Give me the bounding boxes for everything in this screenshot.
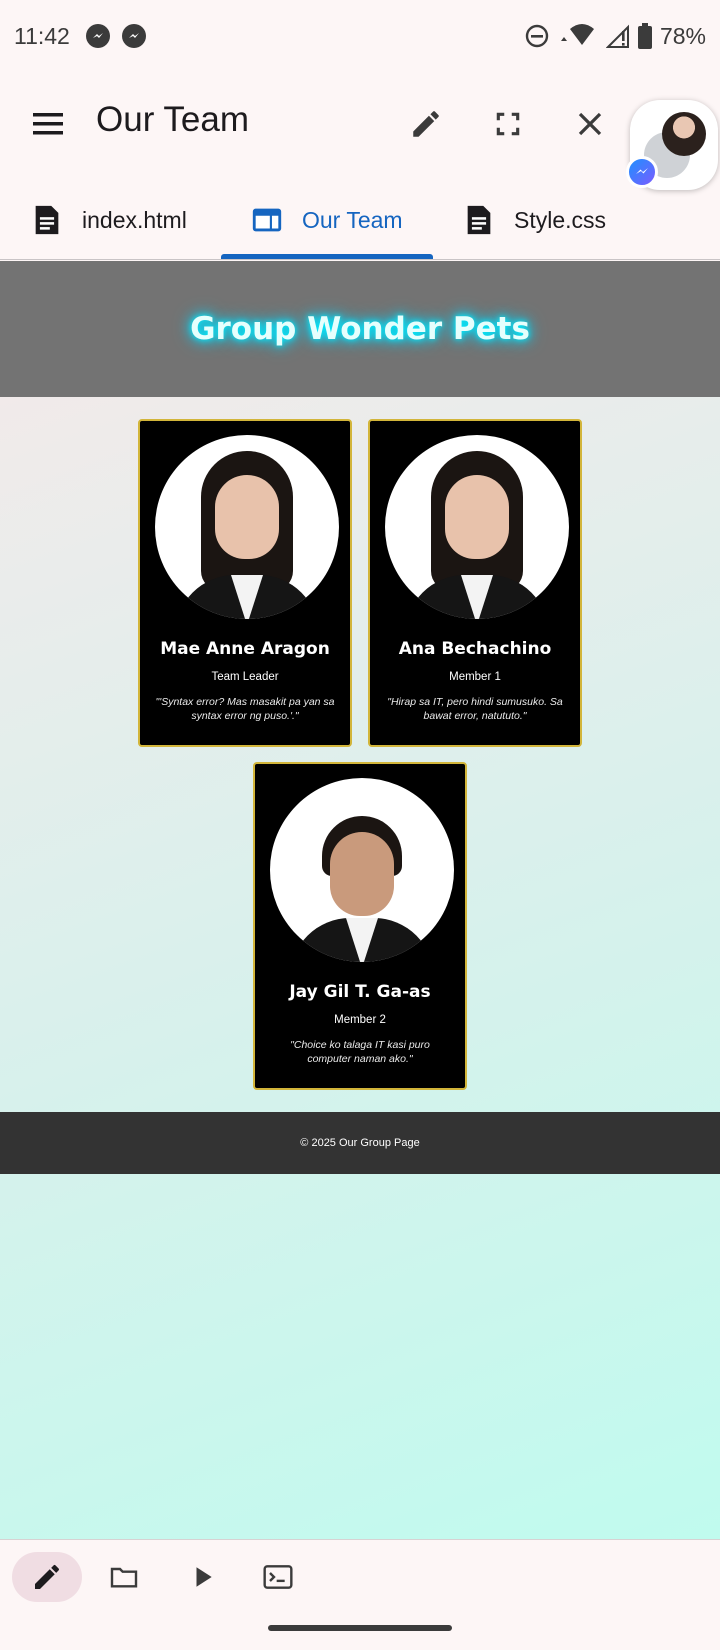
battery-percent: 78% — [659, 22, 706, 49]
messenger-icon — [121, 24, 146, 48]
home-indicator[interactable] — [268, 1625, 452, 1631]
dnd-icon — [525, 24, 549, 48]
status-time: 11:42 — [14, 22, 70, 49]
member-quote: "Hirap sa IT, pero hindi sumusuko. Sa ba… — [387, 696, 563, 722]
member-name: Ana Bechachino — [398, 639, 552, 659]
tab-bar: index.html Our Team Style.css — [0, 180, 720, 260]
terminal-icon[interactable] — [258, 1552, 298, 1602]
run-icon[interactable] — [186, 1552, 220, 1602]
page-title: Group Wonder Pets — [190, 311, 530, 347]
messenger-icon — [85, 24, 110, 48]
tab-style-css[interactable]: Style.css — [462, 180, 606, 260]
active-tab-indicator — [221, 254, 433, 259]
status-bar: 11:42 78% — [0, 0, 720, 72]
footer-text: © 2025 Our Group Page — [300, 1137, 420, 1149]
tab-label: Style.css — [514, 206, 607, 233]
team-cards: Mae Anne Aragon Team Leader "'Syntax err… — [0, 397, 720, 1117]
member-name: Jay Gil T. Ga-as — [289, 982, 431, 1002]
tab-index-html[interactable]: index.html — [30, 180, 187, 260]
web-preview-icon — [252, 208, 282, 232]
avatar — [662, 112, 706, 156]
tab-label: Our Team — [302, 206, 403, 233]
site-header: Group Wonder Pets — [0, 261, 720, 397]
member-role: Member 1 — [449, 671, 501, 683]
battery-icon — [637, 23, 652, 49]
edit-icon[interactable] — [12, 1552, 82, 1602]
member-card[interactable]: Ana Bechachino Member 1 "Hirap sa IT, pe… — [368, 419, 582, 747]
member-role: Team Leader — [211, 671, 279, 683]
app-title: Our Team — [96, 100, 250, 139]
member-photo — [270, 778, 454, 962]
member-card[interactable]: Mae Anne Aragon Team Leader "'Syntax err… — [138, 419, 352, 747]
member-name: Mae Anne Aragon — [160, 639, 330, 659]
member-quote: "Choice ko talaga IT kasi puro computer … — [290, 1039, 430, 1065]
site-footer: © 2025 Our Group Page — [0, 1112, 720, 1174]
member-photo — [155, 435, 339, 619]
member-card[interactable]: Jay Gil T. Ga-as Member 2 "Choice ko tal… — [253, 762, 467, 1090]
tab-label: index.html — [82, 206, 187, 233]
fullscreen-icon[interactable] — [488, 104, 528, 144]
folder-icon[interactable] — [102, 1552, 146, 1602]
file-icon — [35, 205, 59, 235]
signal-icon — [605, 24, 629, 48]
close-icon[interactable] — [570, 104, 610, 144]
member-role: Member 2 — [334, 1014, 386, 1026]
member-quote: "'Syntax error? Mas masakit pa yan sa sy… — [155, 696, 335, 722]
chat-head-bubble[interactable] — [626, 100, 718, 190]
app-bar: Our Team — [0, 88, 720, 160]
tab-our-team[interactable]: Our Team — [250, 180, 403, 260]
file-icon — [467, 205, 491, 235]
edit-icon[interactable] — [406, 104, 446, 144]
member-photo — [385, 435, 569, 619]
web-preview[interactable]: Group Wonder Pets Mae Anne Aragon Team L… — [0, 261, 720, 1539]
bottom-toolbar — [0, 1539, 720, 1650]
menu-icon[interactable] — [30, 108, 66, 140]
wifi-icon — [560, 24, 594, 45]
